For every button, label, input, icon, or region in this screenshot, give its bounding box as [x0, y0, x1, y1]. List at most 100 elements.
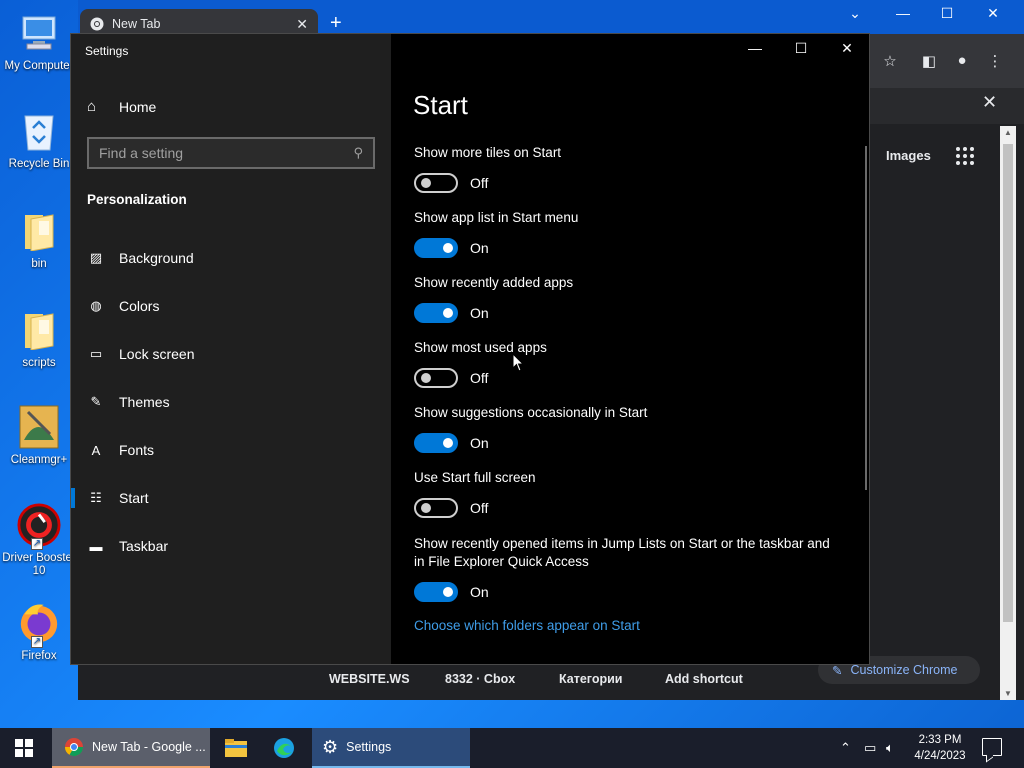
- side-panel-close-icon[interactable]: ✕: [982, 92, 997, 113]
- profile-icon[interactable]: ●: [950, 52, 974, 69]
- taskbar-edge[interactable]: [262, 728, 306, 768]
- desktop-icon-recycle-bin[interactable]: Recycle Bin: [0, 108, 78, 171]
- toggle-state: Off: [470, 370, 489, 386]
- chrome-scrollbar[interactable]: ▲ ▼: [1000, 126, 1016, 700]
- nav-item-background[interactable]: ▨ Background: [71, 238, 391, 278]
- fonts-icon: A: [91, 442, 101, 458]
- taskbar-icon: ▬: [89, 538, 103, 554]
- setting-show-recently-added: Show recently added apps On: [414, 274, 834, 323]
- desktop-icon-label: My Computer: [4, 60, 74, 72]
- desktop-icon-driver-booster[interactable]: ↗ Driver Booster 10: [0, 502, 78, 578]
- desktop-icon-bin-folder[interactable]: bin: [0, 208, 78, 271]
- setting-start-full-screen: Use Start full screen Off: [414, 469, 834, 518]
- maximize-icon[interactable]: ☐: [935, 5, 959, 22]
- add-shortcut[interactable]: Add shortcut: [665, 672, 743, 686]
- setting-show-app-list: Show app list in Start menu On: [414, 209, 834, 258]
- desktop-icon-my-computer[interactable]: My Computer: [0, 10, 78, 73]
- tab-search-icon[interactable]: ⌄: [843, 5, 867, 22]
- nav-item-label: Colors: [119, 298, 160, 314]
- toggle-state: On: [470, 240, 489, 256]
- desktop-icon-cleanmgr[interactable]: Cleanmgr+: [0, 404, 78, 467]
- section-label: Personalization: [87, 192, 187, 207]
- computer-icon: [17, 10, 61, 56]
- toggle-switch[interactable]: [414, 368, 458, 388]
- system-clock[interactable]: 2:33 PM 4/24/2023: [912, 732, 968, 764]
- google-apps-icon[interactable]: [956, 147, 974, 165]
- taskbar-chrome[interactable]: New Tab - Google ...: [52, 728, 210, 768]
- nav-item-label: Themes: [119, 394, 170, 410]
- settings-sidebar: Settings ⌂ Home ⚲ Personalization ▨ Back…: [71, 34, 391, 664]
- toggle-switch[interactable]: [414, 173, 458, 193]
- chrome-menu-icon[interactable]: ⋮: [983, 52, 1007, 70]
- side-panel-icon[interactable]: ◧: [917, 52, 941, 70]
- file-explorer-icon: [225, 739, 247, 757]
- desktop-icon-firefox[interactable]: ↗ Firefox: [0, 600, 78, 663]
- toggle-switch[interactable]: [414, 238, 458, 258]
- toggle-switch[interactable]: [414, 303, 458, 323]
- close-icon[interactable]: ✕: [981, 5, 1005, 22]
- setting-show-most-used: Show most used apps Off: [414, 339, 834, 388]
- minimize-icon[interactable]: —: [743, 40, 767, 56]
- desktop-icon-scripts-folder[interactable]: scripts: [0, 307, 78, 370]
- toggle-switch[interactable]: [414, 433, 458, 453]
- close-icon[interactable]: ✕: [835, 40, 859, 57]
- mouse-cursor-icon: [512, 353, 525, 372]
- volume-icon[interactable]: 🔈︎: [886, 740, 894, 756]
- setting-label: Show most used apps: [414, 340, 547, 355]
- palette-icon: ◍: [90, 298, 102, 313]
- search-input[interactable]: [99, 145, 354, 161]
- settings-scrollbar[interactable]: [865, 146, 867, 490]
- nav-item-label: Taskbar: [119, 538, 169, 554]
- edge-icon: [274, 738, 294, 758]
- setting-show-suggestions: Show suggestions occasionally in Start O…: [414, 404, 834, 453]
- firefox-icon: ↗: [17, 600, 61, 648]
- shortcut-cbox[interactable]: 8332 · Cbox: [445, 672, 515, 686]
- nav-item-label: Lock screen: [119, 346, 195, 362]
- search-icon: ⚲: [353, 145, 363, 160]
- nav-item-colors[interactable]: ◍ Colors: [71, 286, 391, 326]
- setting-label: Show more tiles on Start: [414, 145, 562, 160]
- maximize-icon[interactable]: ☐: [789, 40, 813, 57]
- setting-label: Show app list in Start menu: [414, 210, 579, 225]
- minimize-icon[interactable]: —: [891, 5, 915, 21]
- nav-item-taskbar[interactable]: ▬ Taskbar: [71, 526, 391, 566]
- desktop-icon-label: bin: [31, 258, 47, 270]
- taskbar-file-explorer[interactable]: [214, 728, 258, 768]
- bookmark-star-icon[interactable]: ☆: [878, 52, 902, 70]
- settings-content: — ☐ ✕ Start Show more tiles on Start Off…: [391, 34, 869, 664]
- desktop-icon-label: Recycle Bin: [8, 158, 70, 170]
- taskbar: New Tab - Google ... ⚙ Settings ⌃ ▭ 🔈︎ 2…: [0, 728, 1024, 768]
- nav-item-fonts[interactable]: A Fonts: [71, 430, 391, 470]
- chrome-icon: [90, 17, 104, 31]
- clock-time: 2:33 PM: [918, 734, 962, 746]
- start-button[interactable]: [0, 728, 48, 768]
- chevron-up-icon[interactable]: ⌃: [840, 740, 851, 756]
- home-icon: ⌂: [87, 98, 97, 115]
- network-icon[interactable]: ▭: [864, 740, 876, 756]
- nav-item-themes[interactable]: ✎ Themes: [71, 382, 391, 422]
- toggle-switch[interactable]: [414, 582, 458, 602]
- driver-booster-icon: ↗: [17, 502, 61, 550]
- tab-close-icon[interactable]: ✕: [296, 16, 308, 33]
- chrome-icon: [65, 738, 83, 757]
- notification-center-icon[interactable]: [982, 738, 1002, 756]
- nav-item-lock-screen[interactable]: ▭ Lock screen: [71, 334, 391, 374]
- shortcut-website-ws[interactable]: WEBSITE.WS: [329, 672, 410, 686]
- recycle-bin-icon: [17, 108, 61, 154]
- folder-icon: [17, 208, 61, 254]
- nav-home[interactable]: ⌂ Home: [87, 98, 156, 115]
- image-icon: ▨: [89, 250, 103, 265]
- new-tab-button[interactable]: +: [330, 12, 342, 35]
- settings-window: Settings ⌂ Home ⚲ Personalization ▨ Back…: [70, 33, 870, 665]
- nav-home-label: Home: [119, 98, 157, 115]
- images-link[interactable]: Images: [886, 148, 931, 163]
- taskbar-settings[interactable]: ⚙ Settings: [312, 728, 470, 768]
- shortcut-categories[interactable]: Категории: [559, 672, 623, 686]
- search-box[interactable]: ⚲: [87, 137, 375, 169]
- choose-folders-link[interactable]: Choose which folders appear on Start: [414, 618, 640, 633]
- desktop-icon-label: Cleanmgr+: [10, 454, 68, 466]
- setting-label: Show recently opened items in Jump Lists…: [414, 536, 830, 569]
- nav-item-start[interactable]: ☷ Start: [71, 478, 391, 518]
- toggle-switch[interactable]: [414, 498, 458, 518]
- setting-label: Show recently added apps: [414, 275, 574, 290]
